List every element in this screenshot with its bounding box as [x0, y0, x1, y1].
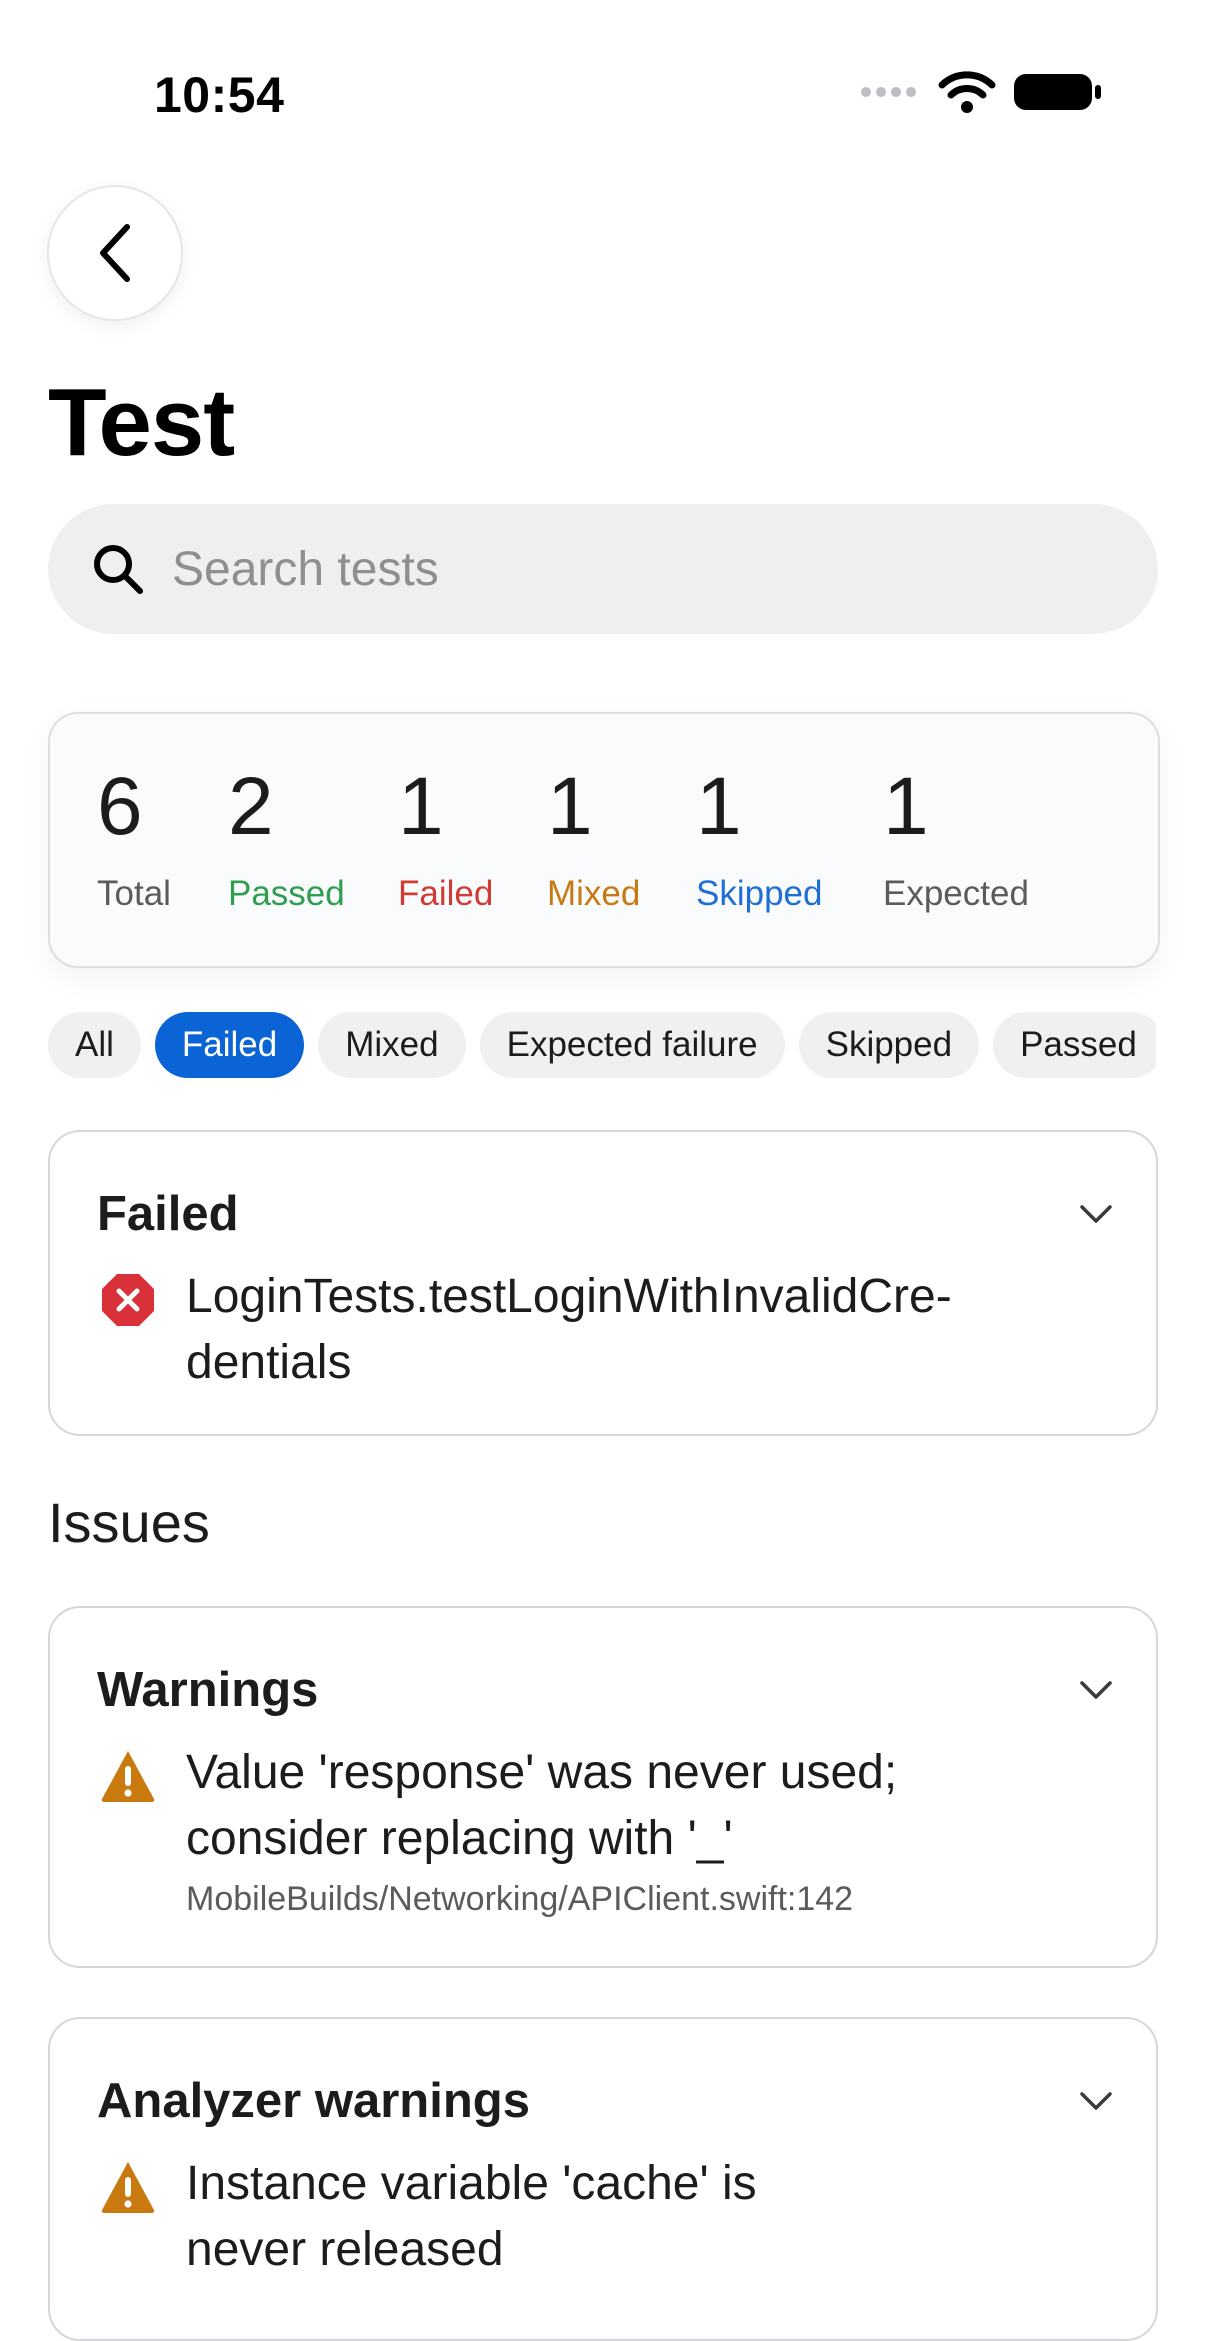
- filter-chip-passed[interactable]: Passed: [993, 1012, 1156, 1078]
- warning-message[interactable]: Value 'response' was never used; conside…: [186, 1740, 1046, 1872]
- filter-chip-skipped[interactable]: Skipped: [798, 1012, 980, 1078]
- stat-passed-value: 2: [228, 761, 274, 852]
- cellular-signal-icon: [861, 87, 916, 97]
- filter-chip-failed[interactable]: Failed: [154, 1012, 305, 1078]
- stat-total-value: 6: [97, 761, 143, 852]
- stat-mixed-value: 1: [547, 761, 593, 852]
- stat-skipped-value: 1: [696, 761, 742, 852]
- status-time: 10:54: [154, 67, 285, 123]
- failed-section-title: Failed: [97, 1187, 239, 1241]
- issues-title: Issues: [48, 1491, 210, 1554]
- stat-failed: 1 Failed: [398, 766, 493, 914]
- stat-mixed-label: Mixed: [547, 874, 641, 913]
- analyzer-warnings-title: Analyzer warnings: [97, 2074, 530, 2128]
- stat-passed: 2 Passed: [228, 766, 345, 914]
- warnings-card[interactable]: Warnings Value 'response' was never used…: [48, 1606, 1158, 1968]
- warning-location[interactable]: MobileBuilds/Networking/APIClient.swift:…: [186, 1880, 853, 1919]
- battery-icon: [1014, 74, 1101, 110]
- warning-triangle-icon: [101, 1751, 155, 1802]
- stat-expected: 1 Expected: [883, 766, 1029, 914]
- summary-card: 6 Total 2 Passed 1 Failed 1 Mixed 1 Skip…: [48, 712, 1160, 968]
- filter-chip-all[interactable]: All: [48, 1012, 141, 1078]
- failed-test-name[interactable]: LoginTests.testLoginWithInvalidCre- dent…: [186, 1264, 1046, 1396]
- failed-section-card[interactable]: Failed LoginTests.testLoginWithInvalidCr…: [48, 1130, 1158, 1436]
- warning-triangle-icon: [101, 2162, 155, 2213]
- stat-mixed: 1 Mixed: [547, 766, 640, 914]
- status-icons: [860, 70, 1102, 114]
- stat-skipped: 1 Skipped: [696, 766, 822, 914]
- stat-expected-label: Expected: [883, 874, 1029, 913]
- analyzer-warnings-card[interactable]: Analyzer warnings Instance variable 'cac…: [48, 2017, 1158, 2341]
- chevron-down-icon[interactable]: [1076, 2081, 1116, 2121]
- analyzer-warning-message[interactable]: Instance variable 'cache' is never relea…: [186, 2151, 826, 2283]
- page-title: Test: [48, 369, 235, 476]
- stat-failed-value: 1: [398, 761, 444, 852]
- stat-passed-label: Passed: [228, 874, 345, 913]
- stat-total-label: Total: [97, 874, 171, 913]
- filter-chips: All Failed Mixed Expected failure Skippe…: [48, 1012, 1156, 1082]
- stat-expected-value: 1: [883, 761, 929, 852]
- chevron-down-icon[interactable]: [1076, 1194, 1116, 1234]
- x-circle-icon: [102, 1274, 154, 1326]
- stat-total: 6 Total: [97, 766, 171, 914]
- stat-failed-label: Failed: [398, 874, 494, 913]
- wifi-icon: [938, 71, 996, 113]
- search-bar[interactable]: [48, 504, 1158, 634]
- search-input[interactable]: [170, 540, 1074, 598]
- stat-skipped-label: Skipped: [696, 874, 823, 913]
- chevron-left-icon: [100, 224, 130, 282]
- warnings-title: Warnings: [97, 1663, 319, 1717]
- back-button[interactable]: [47, 185, 183, 321]
- filter-chip-mixed[interactable]: Mixed: [318, 1012, 466, 1078]
- chevron-down-icon[interactable]: [1076, 1670, 1116, 1710]
- filter-chip-expected-failure[interactable]: Expected failure: [479, 1012, 785, 1078]
- search-icon: [94, 545, 143, 594]
